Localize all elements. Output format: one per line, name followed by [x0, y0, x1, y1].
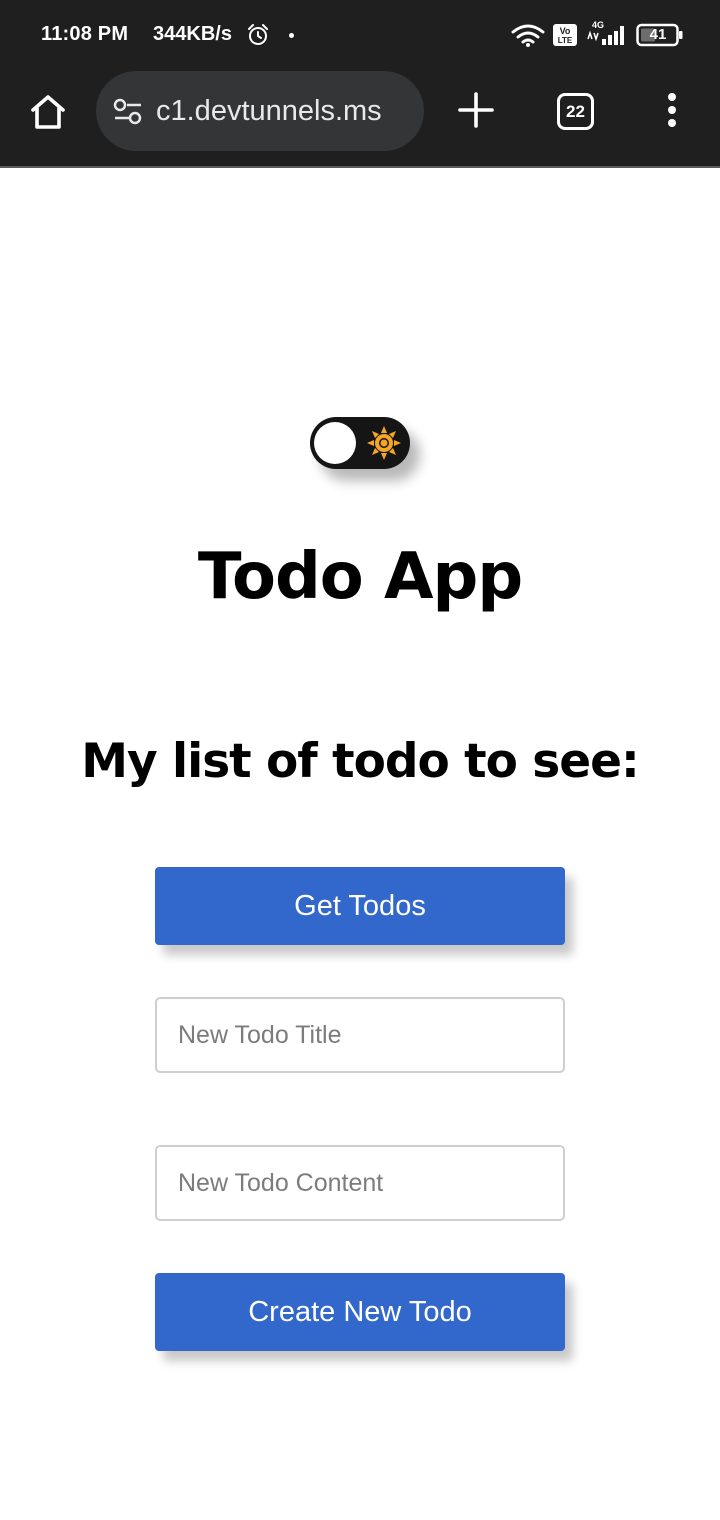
new-tab-icon[interactable] — [456, 90, 496, 130]
sun-icon — [367, 426, 401, 460]
todo-content-input[interactable] — [155, 1145, 565, 1221]
get-todos-button[interactable]: Get Todos — [155, 867, 565, 945]
svg-text:Vo: Vo — [560, 26, 571, 36]
battery-level: 41 — [649, 26, 667, 43]
alarm-icon — [248, 24, 268, 45]
theme-toggle[interactable] — [310, 417, 410, 469]
todo-title-input[interactable] — [155, 997, 565, 1073]
wifi-icon — [511, 24, 545, 47]
url-text[interactable]: c1.devtunnels.ms — [156, 95, 382, 128]
toggle-knob — [314, 422, 356, 464]
notification-dot — [289, 33, 294, 38]
status-bar: 11:08 PM 344KB/s Vo LTE 4G 41 — [0, 0, 720, 68]
home-icon[interactable] — [26, 90, 70, 134]
page-title: Todo App — [197, 540, 523, 614]
create-todo-button[interactable]: Create New Todo — [155, 1273, 565, 1351]
site-settings-icon[interactable] — [113, 98, 143, 126]
address-bar[interactable]: c1.devtunnels.ms — [96, 71, 424, 151]
network-speed: 344KB/s — [153, 23, 232, 45]
svg-text:LTE: LTE — [558, 36, 573, 45]
page-subtitle: My list of todo to see: — [81, 734, 640, 789]
clock: 11:08 PM — [41, 23, 129, 45]
volte-icon: Vo LTE — [553, 24, 577, 46]
signal-icon: 4G — [587, 20, 624, 45]
tab-switcher-button[interactable]: 22 — [557, 93, 594, 130]
svg-text:4G: 4G — [592, 20, 604, 30]
menu-icon[interactable] — [660, 90, 684, 130]
browser-toolbar: c1.devtunnels.ms 22 — [0, 68, 720, 168]
